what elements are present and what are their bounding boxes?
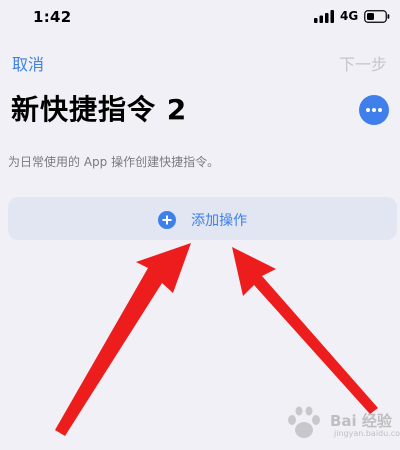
add-action-label: 添加操作 — [191, 212, 248, 229]
plus-circle-icon — [158, 210, 176, 229]
red-arrow-left — [55, 243, 191, 436]
more-options-button[interactable] — [359, 95, 389, 125]
cancel-button[interactable]: 取消 — [12, 51, 44, 75]
baidu-watermark: Bai 经验 jingyan.baidu.com — [282, 404, 400, 444]
watermark-text: Bai 经验 — [330, 412, 392, 430]
shortcut-description: 为日常使用的 App 操作创建快捷指令。 — [8, 155, 220, 169]
network-label: 4G — [340, 9, 359, 23]
status-bar: 1:42 4G — [0, 0, 400, 34]
next-button[interactable]: 下一步 — [339, 51, 387, 75]
battery-icon — [364, 10, 390, 23]
red-arrow-right — [232, 247, 378, 414]
watermark-sub: jingyan.baidu.com — [334, 429, 400, 438]
paw-logo-icon — [288, 406, 320, 438]
add-action-button[interactable]: 添加操作 — [8, 197, 397, 240]
signal-bars-icon — [314, 10, 334, 23]
status-time: 1:42 — [33, 8, 72, 26]
page-title[interactable]: 新快捷指令 2 — [11, 88, 187, 128]
